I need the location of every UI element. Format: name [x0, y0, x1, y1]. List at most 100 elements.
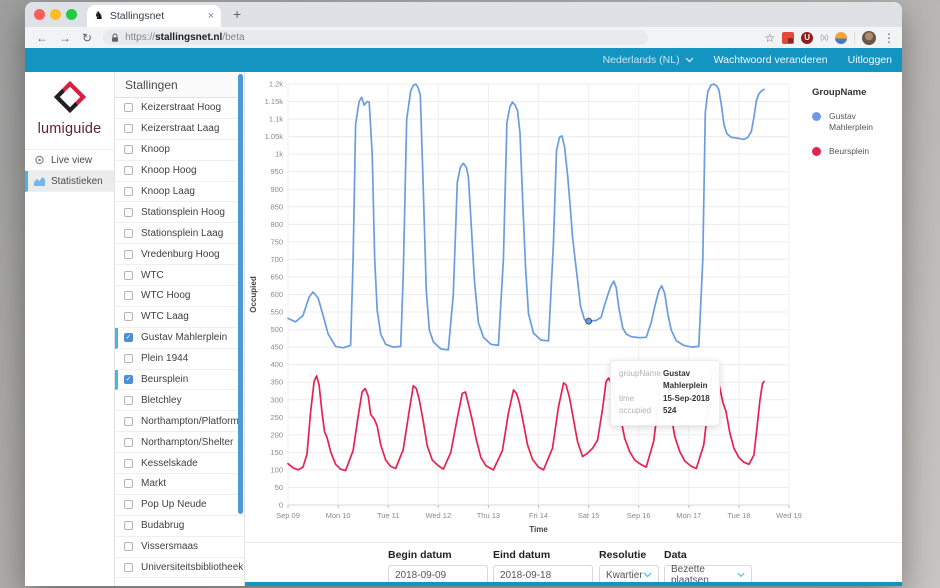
checkbox[interactable]	[124, 166, 133, 175]
list-item-label: Kesselskade	[141, 458, 198, 469]
sidebar-item-label: Live view	[51, 155, 92, 166]
checkbox[interactable]	[124, 396, 133, 405]
checkbox[interactable]	[124, 124, 133, 133]
checkbox[interactable]	[124, 354, 133, 363]
stallingen-panel: Stallingen Keizerstraat HoogKeizerstraat…	[115, 72, 245, 586]
ublock-extension-icon[interactable]: U	[801, 32, 813, 44]
change-password-link[interactable]: Wachtwoord veranderen	[714, 54, 828, 66]
list-item[interactable]: Knoop Laag	[115, 182, 244, 203]
list-item[interactable]: WTC	[115, 265, 244, 286]
new-tab-button[interactable]: +	[233, 6, 241, 22]
list-item[interactable]: Northampton/Shelter	[115, 432, 244, 453]
list-item[interactable]: ✓Beursplein	[115, 370, 244, 391]
list-item[interactable]: Pop Up Neude	[115, 495, 244, 516]
list-scrollbar[interactable]	[238, 74, 243, 514]
extension-icon[interactable]	[835, 32, 847, 44]
svg-text:Wed 19: Wed 19	[776, 511, 802, 520]
profile-avatar[interactable]	[862, 31, 876, 45]
checkbox[interactable]	[124, 187, 133, 196]
checkbox[interactable]	[124, 312, 133, 321]
reload-icon[interactable]: ↻	[82, 32, 92, 44]
checkbox[interactable]	[124, 208, 133, 217]
checkbox[interactable]	[124, 563, 133, 572]
bookmark-star-icon[interactable]: ☆	[764, 31, 775, 45]
forward-icon[interactable]: →	[59, 32, 71, 44]
list-item[interactable]: Plein 1944	[115, 349, 244, 370]
lumiguide-logo-icon	[54, 81, 86, 113]
checkbox[interactable]	[124, 145, 133, 154]
zoom-window-button[interactable]	[66, 9, 77, 20]
checkbox[interactable]	[124, 500, 133, 509]
list-item[interactable]: Vredenburg Hoog	[115, 244, 244, 265]
list-item[interactable]: Keizerstraat Hoog	[115, 98, 244, 119]
svg-text:350: 350	[270, 378, 283, 387]
list-item[interactable]: Bletchley	[115, 390, 244, 411]
tooltip-row: groupNameGustav Mahlerplein	[619, 368, 711, 393]
app-header: Nederlands (NL) Wachtwoord veranderen Ui…	[25, 48, 902, 72]
list-item[interactable]: WTC Laag	[115, 307, 244, 328]
footer-bar	[245, 582, 902, 586]
disabled-extension-icon[interactable]: (x)	[820, 33, 828, 42]
adblock-extension-icon[interactable]	[782, 32, 794, 44]
svg-text:300: 300	[270, 395, 283, 404]
checkbox-checked[interactable]: ✓	[124, 375, 133, 384]
legend-items: Gustav Mahlerplein Beursplein	[812, 111, 884, 157]
control-group: Begin datum2018-09-09	[388, 549, 488, 585]
list-item[interactable]: ✓Gustav Mahlerplein	[115, 328, 244, 349]
tab-title: Stallingsnet	[110, 10, 204, 22]
checkbox[interactable]	[124, 542, 133, 551]
control-label: Resolutie	[599, 549, 659, 561]
checkbox[interactable]	[124, 103, 133, 112]
list-item[interactable]: Stationsplein Hoog	[115, 202, 244, 223]
legend-dot-icon	[812, 112, 821, 121]
svg-text:Mon 17: Mon 17	[676, 511, 701, 520]
list-item[interactable]: Knoop Hoog	[115, 161, 244, 182]
checkbox[interactable]	[124, 250, 133, 259]
svg-text:Sat 15: Sat 15	[578, 511, 600, 520]
list-item[interactable]: WTC Hoog	[115, 286, 244, 307]
checkbox[interactable]	[124, 291, 133, 300]
control-value: Kwartier	[606, 570, 643, 581]
list-item[interactable]: Vissersmaas	[115, 537, 244, 558]
checkbox[interactable]	[124, 479, 133, 488]
checkbox[interactable]	[124, 438, 133, 447]
close-window-button[interactable]	[34, 9, 45, 20]
checkbox[interactable]	[124, 521, 133, 530]
list-item[interactable]: Northampton/Platform	[115, 411, 244, 432]
language-dropdown[interactable]: Nederlands (NL)	[603, 54, 694, 66]
close-tab-icon[interactable]: ×	[208, 10, 214, 22]
list-item[interactable]: Keizerstraat Laag	[115, 119, 244, 140]
browser-tab[interactable]: ♞ Stallingsnet ×	[87, 5, 221, 27]
checkbox[interactable]	[124, 417, 133, 426]
address-bar[interactable]: https://stallingsnet.nl/beta	[103, 30, 648, 45]
logout-link[interactable]: Uitloggen	[848, 54, 892, 66]
svg-text:100: 100	[270, 465, 283, 474]
checkbox[interactable]	[124, 271, 133, 280]
list-item[interactable]: Markt	[115, 474, 244, 495]
sidebar-item-statistieken[interactable]: Statistieken	[25, 171, 114, 192]
list-item[interactable]: Knoop	[115, 140, 244, 161]
tooltip-key: time	[619, 393, 663, 405]
list-item[interactable]: Universiteitsbibliotheek	[115, 558, 244, 579]
list-item-label: Vissersmaas	[141, 541, 198, 552]
svg-text:1.1k: 1.1k	[269, 115, 283, 124]
list-item[interactable]: Stationsplein Laag	[115, 223, 244, 244]
stallingen-list: Keizerstraat HoogKeizerstraat LaagKnoopK…	[115, 98, 244, 586]
legend-dot-icon	[812, 147, 821, 156]
minimize-window-button[interactable]	[50, 9, 61, 20]
back-icon[interactable]: ←	[36, 32, 48, 44]
legend-item[interactable]: Gustav Mahlerplein	[812, 111, 884, 133]
list-item[interactable]: Kesselskade	[115, 453, 244, 474]
checkbox[interactable]	[124, 459, 133, 468]
checkbox-checked[interactable]: ✓	[124, 333, 133, 342]
browser-menu-icon[interactable]: ⋮	[883, 31, 895, 45]
language-label: Nederlands (NL)	[603, 54, 680, 66]
chart[interactable]: 0501001502002503003504004505005506006507…	[245, 72, 810, 542]
url-text: https://stallingsnet.nl/beta	[125, 32, 245, 43]
legend-item[interactable]: Beursplein	[812, 146, 884, 157]
checkbox[interactable]	[124, 229, 133, 238]
list-item[interactable]: Budabrug	[115, 516, 244, 537]
sidebar-item-live-view[interactable]: Live view	[25, 150, 114, 171]
toolbar-divider	[854, 32, 855, 44]
svg-text:0: 0	[279, 501, 283, 510]
